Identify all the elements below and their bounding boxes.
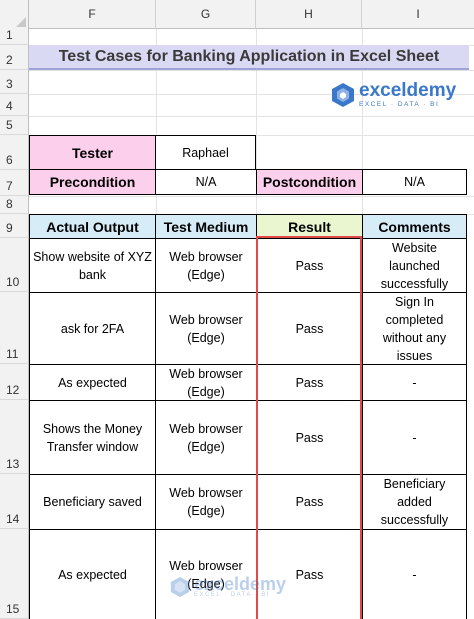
row-header-6[interactable]: 6 [0,135,29,170]
gridline [29,196,474,197]
row-header-11[interactable]: 11 [0,292,29,364]
row-header-9[interactable]: 9 [0,214,29,238]
row-header-8[interactable]: 8 [0,196,29,214]
tester-value[interactable]: Raphael [155,135,256,170]
column-header-g[interactable]: G [156,0,256,29]
exceldemy-logo-icon [332,83,354,107]
medium-cell[interactable]: Web browser (Edge) [155,474,257,530]
gridline [29,116,474,117]
column-header-i[interactable]: I [362,0,474,29]
exceldemy-watermark: exceldemy EXCEL · DATA · BI [170,573,287,598]
column-header-row: F G H I [0,0,474,29]
result-cell[interactable]: Pass [256,400,363,475]
medium-cell[interactable]: Web browser (Edge) [155,238,257,293]
comment-cell[interactable]: - [362,529,467,619]
header-test-medium[interactable]: Test Medium [155,214,257,239]
output-cell[interactable]: ask for 2FA [29,292,156,365]
row-header-14[interactable]: 14 [0,474,29,529]
output-cell[interactable]: Beneficiary saved [29,474,156,530]
comment-cell[interactable]: - [362,400,467,475]
postcondition-label[interactable]: Postcondition [256,169,363,195]
header-result[interactable]: Result [256,214,363,239]
result-cell[interactable]: Pass [256,238,363,293]
comment-cell[interactable]: Beneficiary added successfully [362,474,467,530]
row-header-5[interactable]: 5 [0,116,29,135]
row-header-4[interactable]: 4 [0,94,29,116]
postcondition-value[interactable]: N/A [362,169,467,195]
row-header-3[interactable]: 3 [0,70,29,94]
row-header-15[interactable]: 15 [0,529,29,619]
output-cell[interactable]: As expected [29,364,156,401]
select-all-corner[interactable] [0,0,29,29]
column-header-h[interactable]: H [256,0,362,29]
spreadsheet: F G H I 1 2 3 4 5 6 7 8 9 10 11 12 13 14… [0,0,474,619]
exceldemy-logo: exceldemy EXCEL · DATA · BI [331,79,457,108]
precondition-label[interactable]: Precondition [29,169,156,195]
row-header-10[interactable]: 10 [0,238,29,292]
result-cell[interactable]: Pass [256,364,363,401]
row-header-13[interactable]: 13 [0,400,29,474]
output-cell[interactable]: Shows the Money Transfer window [29,400,156,475]
column-header-f[interactable]: F [29,0,156,29]
medium-cell[interactable]: Web browser (Edge) [155,292,257,365]
medium-cell[interactable]: Web browser (Edge) [155,400,257,475]
medium-cell[interactable]: Web browser (Edge) [155,364,257,401]
header-actual-output[interactable]: Actual Output [29,214,156,239]
select-all-triangle-icon [16,17,26,27]
result-cell[interactable]: Pass [256,474,363,530]
gridline [29,70,474,71]
comment-cell[interactable]: Website launched successfully [362,238,467,293]
tester-label[interactable]: Tester [29,135,156,170]
sheet-title[interactable]: Test Cases for Banking Application in Ex… [29,45,469,70]
output-cell[interactable]: As expected [29,529,156,619]
row-header-7[interactable]: 7 [0,170,29,196]
row-header-1[interactable]: 1 [0,28,29,45]
precondition-value[interactable]: N/A [155,169,257,195]
header-comments[interactable]: Comments [362,214,467,239]
result-cell[interactable]: Pass [256,292,363,365]
watermark-name: exceldemy [194,573,287,594]
comment-cell[interactable]: - [362,364,467,401]
logo-name: exceldemy [359,79,457,101]
logo-tagline: EXCEL · DATA · BI [359,100,440,108]
row-header-12[interactable]: 12 [0,364,29,400]
output-cell[interactable]: Show website of XYZ bank [29,238,156,293]
comment-cell[interactable]: Sign In completed without any issues [362,292,467,365]
row-header-2[interactable]: 2 [0,45,29,70]
exceldemy-watermark-icon [170,577,190,597]
